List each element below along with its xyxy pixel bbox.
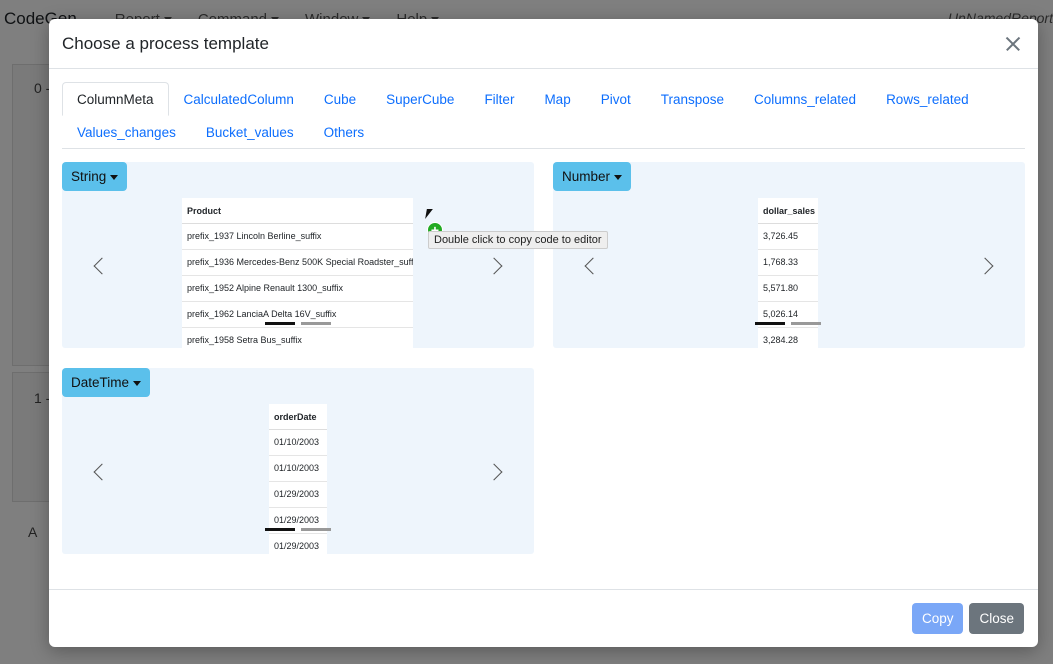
preview-row: 3,284.28	[758, 328, 818, 348]
modal-body: ColumnMeta CalculatedColumn Cube SuperCu…	[49, 70, 1038, 589]
tab-columnmeta[interactable]: ColumnMeta	[62, 82, 169, 116]
number-panel: Number dollar_sales 3,726.45 1,768.33 5,…	[553, 162, 1025, 348]
carousel-prev-icon[interactable]	[93, 257, 111, 275]
datetime-preview-table[interactable]: orderDate 01/10/2003 01/10/2003 01/29/20…	[269, 404, 327, 554]
preview-row: prefix_1952 Alpine Renault 1300_suffix	[182, 276, 413, 302]
tab-pivot[interactable]: Pivot	[586, 82, 646, 116]
close-icon[interactable]	[1001, 32, 1025, 56]
template-modal: Choose a process template ColumnMeta Cal…	[49, 19, 1038, 647]
caret-down-icon	[133, 380, 142, 386]
caret-down-icon	[110, 174, 119, 180]
preview-row: prefix_1936 Mercedes-Benz 500K Special R…	[182, 250, 413, 276]
datetime-panel: DateTime orderDate 01/10/2003 01/10/2003…	[62, 368, 534, 554]
template-panels: String Product prefix_1937 Lincoln Berli…	[62, 162, 1025, 562]
preview-header: dollar_sales	[758, 198, 818, 224]
copy-button[interactable]: Copy	[911, 603, 964, 634]
tab-others[interactable]: Others	[309, 115, 380, 149]
carousel-next-icon[interactable]	[485, 463, 503, 481]
preview-row: prefix_1937 Lincoln Berline_suffix	[182, 224, 413, 250]
number-dropdown-button[interactable]: Number	[553, 162, 632, 191]
carousel-next-icon[interactable]	[485, 257, 503, 275]
preview-header: Product	[182, 198, 413, 224]
carousel-indicator[interactable]	[301, 322, 331, 325]
tab-rows-related[interactable]: Rows_related	[871, 82, 984, 116]
carousel-prev-icon[interactable]	[93, 463, 111, 481]
tab-transpose[interactable]: Transpose	[646, 82, 739, 116]
carousel-indicator[interactable]	[301, 528, 331, 531]
carousel-next-icon[interactable]	[976, 257, 994, 275]
string-panel: String Product prefix_1937 Lincoln Berli…	[62, 162, 534, 348]
tab-filter[interactable]: Filter	[469, 82, 529, 116]
carousel-indicator[interactable]	[265, 322, 295, 325]
close-button[interactable]: Close	[969, 603, 1024, 634]
preview-header: orderDate	[269, 404, 327, 430]
tab-columns-related[interactable]: Columns_related	[739, 82, 871, 116]
carousel-indicators	[265, 528, 331, 531]
tab-values-changes[interactable]: Values_changes	[62, 115, 191, 149]
carousel-indicators	[265, 322, 331, 325]
string-preview-table[interactable]: Product prefix_1937 Lincoln Berline_suff…	[182, 198, 413, 348]
datetime-button-label: DateTime	[71, 375, 130, 390]
preview-row: 3,726.45	[758, 224, 818, 250]
carousel-indicator[interactable]	[265, 528, 295, 531]
modal-footer: Copy Close	[49, 589, 1038, 647]
modal-title: Choose a process template	[62, 33, 269, 53]
tab-supercube[interactable]: SuperCube	[371, 82, 469, 116]
preview-row: prefix_1958 Setra Bus_suffix	[182, 328, 413, 348]
tab-cube[interactable]: Cube	[309, 82, 371, 116]
preview-row: 1,768.33	[758, 250, 818, 276]
template-tabs: ColumnMeta CalculatedColumn Cube SuperCu…	[62, 82, 1025, 149]
carousel-indicator[interactable]	[791, 322, 821, 325]
number-preview-table[interactable]: dollar_sales 3,726.45 1,768.33 5,571.80 …	[758, 198, 818, 348]
string-dropdown-button[interactable]: String	[62, 162, 128, 191]
modal-header: Choose a process template	[49, 19, 1038, 69]
copy-tooltip: Double click to copy code to editor	[428, 231, 608, 249]
tab-map[interactable]: Map	[529, 82, 585, 116]
preview-row: 01/29/2003	[269, 482, 327, 508]
tab-calculatedcolumn[interactable]: CalculatedColumn	[169, 82, 309, 116]
carousel-indicator[interactable]	[755, 322, 785, 325]
number-button-label: Number	[562, 169, 611, 184]
carousel-prev-icon[interactable]	[584, 257, 602, 275]
datetime-dropdown-button[interactable]: DateTime	[62, 368, 151, 397]
preview-row: 5,571.80	[758, 276, 818, 302]
carousel-indicators	[755, 322, 821, 325]
caret-down-icon	[614, 174, 623, 180]
preview-row: 01/10/2003	[269, 456, 327, 482]
tab-bucket-values[interactable]: Bucket_values	[191, 115, 309, 149]
string-button-label: String	[71, 169, 107, 184]
preview-row: 01/29/2003	[269, 534, 327, 554]
preview-row: 01/10/2003	[269, 430, 327, 456]
